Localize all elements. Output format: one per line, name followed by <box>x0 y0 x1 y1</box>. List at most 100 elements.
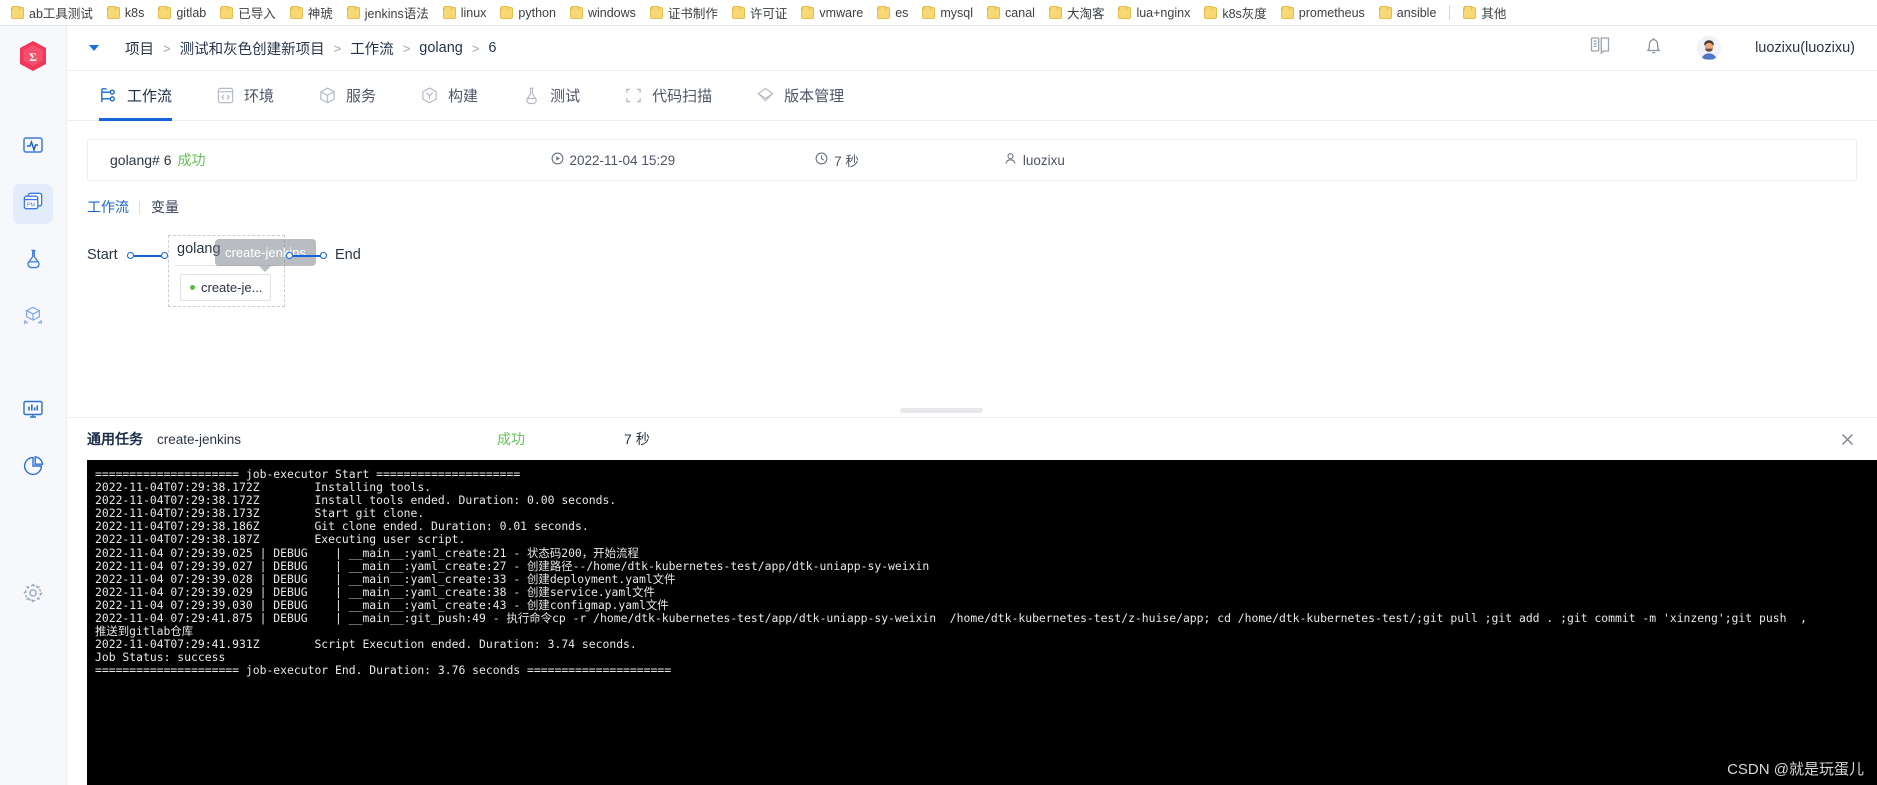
pipeline-graph: Start golang create-je... create-jenkins… <box>87 235 1877 325</box>
bookmark-label: ansible <box>1396 5 1437 20</box>
bookmark-item[interactable]: es <box>870 4 915 22</box>
bookmark-item[interactable]: ansible <box>1372 4 1444 22</box>
bookmark-label: python <box>518 5 556 20</box>
bookmark-overflow[interactable]: 其他 <box>1456 1 1513 24</box>
monitoring-icon <box>22 134 44 161</box>
pipeline-job-label: create-je... <box>201 280 263 295</box>
person-icon <box>1004 152 1017 168</box>
tab-6[interactable]: 版本管理 <box>734 71 866 121</box>
run-duration-value: 7 秒 <box>834 154 859 169</box>
folder-icon <box>442 5 456 19</box>
rail-item-dashboard[interactable] <box>13 391 53 431</box>
breadcrumb-item-3[interactable]: golang <box>419 40 463 56</box>
book-icon[interactable] <box>1590 36 1610 60</box>
bookmark-item[interactable]: 证书制作 <box>643 1 725 24</box>
workflow-icon <box>99 86 118 105</box>
bookmark-item[interactable]: prometheus <box>1274 4 1372 22</box>
browser-bookmark-bar: ab工具测试 k8s gitlab 已导入 神琥 jenkins语法 linux python… <box>0 0 1877 26</box>
run-status-badge: 成功 <box>177 152 206 168</box>
bookmark-item[interactable]: windows <box>563 4 643 22</box>
bookmark-item[interactable]: k8s <box>100 4 151 22</box>
tab-2[interactable]: 服务 <box>296 71 398 121</box>
subtab-workflow[interactable]: 工作流 <box>87 197 139 217</box>
play-circle-icon <box>551 152 564 168</box>
bookmark-item[interactable]: k8s灰度 <box>1197 1 1273 24</box>
tab-label: 版本管理 <box>784 88 845 105</box>
bookmark-label: mysql <box>940 5 974 20</box>
reports-pie-icon <box>22 455 44 482</box>
svg-text:PM: PM <box>26 202 35 208</box>
tab-0[interactable]: 工作流 <box>89 71 194 121</box>
sidebar-toggle-caret-icon[interactable] <box>89 45 99 51</box>
folder-icon <box>987 5 1001 19</box>
tab-3[interactable]: 构建 <box>398 71 500 121</box>
svg-text:Σ: Σ <box>29 50 37 64</box>
breadcrumb-item-1[interactable]: 测试和灰色创建新项目 <box>180 38 325 59</box>
tab-label: 环境 <box>244 88 275 105</box>
folder-icon <box>1280 5 1294 19</box>
rail-item-settings[interactable] <box>13 575 53 615</box>
rail-item-reports[interactable] <box>13 448 53 488</box>
console-line: 2022-11-04T07:29:41.931Z Script Executio… <box>95 637 637 652</box>
panel-resize-handle[interactable] <box>900 408 983 413</box>
tab-1[interactable]: 环境 <box>194 71 296 121</box>
bookmark-label: windows <box>587 5 636 20</box>
tab-label: 工作流 <box>127 88 173 105</box>
breadcrumb-item-2[interactable]: 工作流 <box>350 38 394 59</box>
app-logo[interactable]: Σ <box>18 40 48 77</box>
close-icon[interactable] <box>1837 429 1857 449</box>
bookmark-label: jenkins语法 <box>364 7 429 21</box>
job-log-header: 通用任务 create-jenkins 成功 7 秒 <box>67 418 1877 460</box>
tab-5[interactable]: 代码扫描 <box>602 71 734 121</box>
folder-icon <box>1378 5 1392 19</box>
job-status-dot-icon <box>190 285 195 290</box>
testing-flask-icon <box>23 248 44 274</box>
bookmark-item[interactable]: ab工具测试 <box>4 1 100 24</box>
bookmark-item[interactable]: 神琥 <box>283 1 340 24</box>
console-output[interactable]: ===================== job-executor Start… <box>87 460 1877 785</box>
breadcrumb-item-0[interactable]: 项目 <box>125 38 154 59</box>
breadcrumb: 项目 > 测试和灰色创建新项目 > 工作流 > golang >6 <box>125 38 497 59</box>
bookmark-item[interactable]: 大淘客 <box>1042 1 1112 24</box>
rail-item-testing[interactable] <box>13 241 53 281</box>
job-duration-label: 7 秒 <box>624 431 650 447</box>
app-shell: Σ PM 项目 > 测试和灰色创建新项目 > 工作流 > golang > 6 … <box>0 26 1877 785</box>
folder-icon <box>106 5 120 19</box>
tab-label: 测试 <box>550 88 581 105</box>
pipeline-job-create-jenkins[interactable]: create-je... <box>180 274 271 301</box>
bookmark-item[interactable]: linux <box>436 4 494 22</box>
sub-tabs: 工作流 变量 <box>87 197 1877 217</box>
graph-stage-in-port <box>161 252 168 259</box>
subtab-variables[interactable]: 变量 <box>140 197 189 217</box>
build-hexagon-icon <box>420 86 439 105</box>
console-line: 2022-11-04T07:29:38.187Z Executing user … <box>95 532 466 547</box>
bookmark-label: vmware <box>819 5 864 20</box>
avatar[interactable] <box>1697 36 1722 60</box>
bookmark-item[interactable]: lua+nginx <box>1111 4 1197 22</box>
bookmark-label: 已导入 <box>238 7 276 21</box>
rail-item-monitoring[interactable] <box>13 127 53 167</box>
topbar-actions: luozixu(luozixu) <box>1590 36 1855 61</box>
bookmark-item[interactable]: 已导入 <box>213 1 283 24</box>
rail-item-project-management[interactable]: PM <box>13 184 53 224</box>
bookmark-item[interactable]: python <box>493 4 563 22</box>
rail-item-artifacts[interactable] <box>13 298 53 338</box>
bookmark-item[interactable]: gitlab <box>151 4 213 22</box>
bookmark-item[interactable]: jenkins语法 <box>340 1 436 24</box>
bookmark-label: gitlab <box>176 5 207 20</box>
bookmark-item[interactable]: mysql <box>915 4 980 22</box>
code-environment-icon <box>216 86 235 105</box>
breadcrumb-item-4: 6 <box>488 40 497 56</box>
breadcrumb-separator: > <box>333 40 342 56</box>
job-log-panel: 通用任务 create-jenkins 成功 7 秒 =============… <box>67 417 1877 785</box>
clock-icon <box>815 152 828 168</box>
bell-icon[interactable] <box>1644 36 1663 61</box>
folder-icon <box>158 5 172 19</box>
bookmark-item[interactable]: 许可证 <box>725 1 795 24</box>
tab-4[interactable]: 测试 <box>500 71 602 121</box>
console-line: 2022-11-04 07:29:39.029 | DEBUG | __main… <box>95 584 655 599</box>
folder-icon <box>289 5 303 19</box>
main-column: 项目 > 测试和灰色创建新项目 > 工作流 > golang >6 luozix… <box>67 26 1877 785</box>
bookmark-item[interactable]: vmware <box>794 4 870 22</box>
bookmark-item[interactable]: canal <box>980 4 1042 22</box>
